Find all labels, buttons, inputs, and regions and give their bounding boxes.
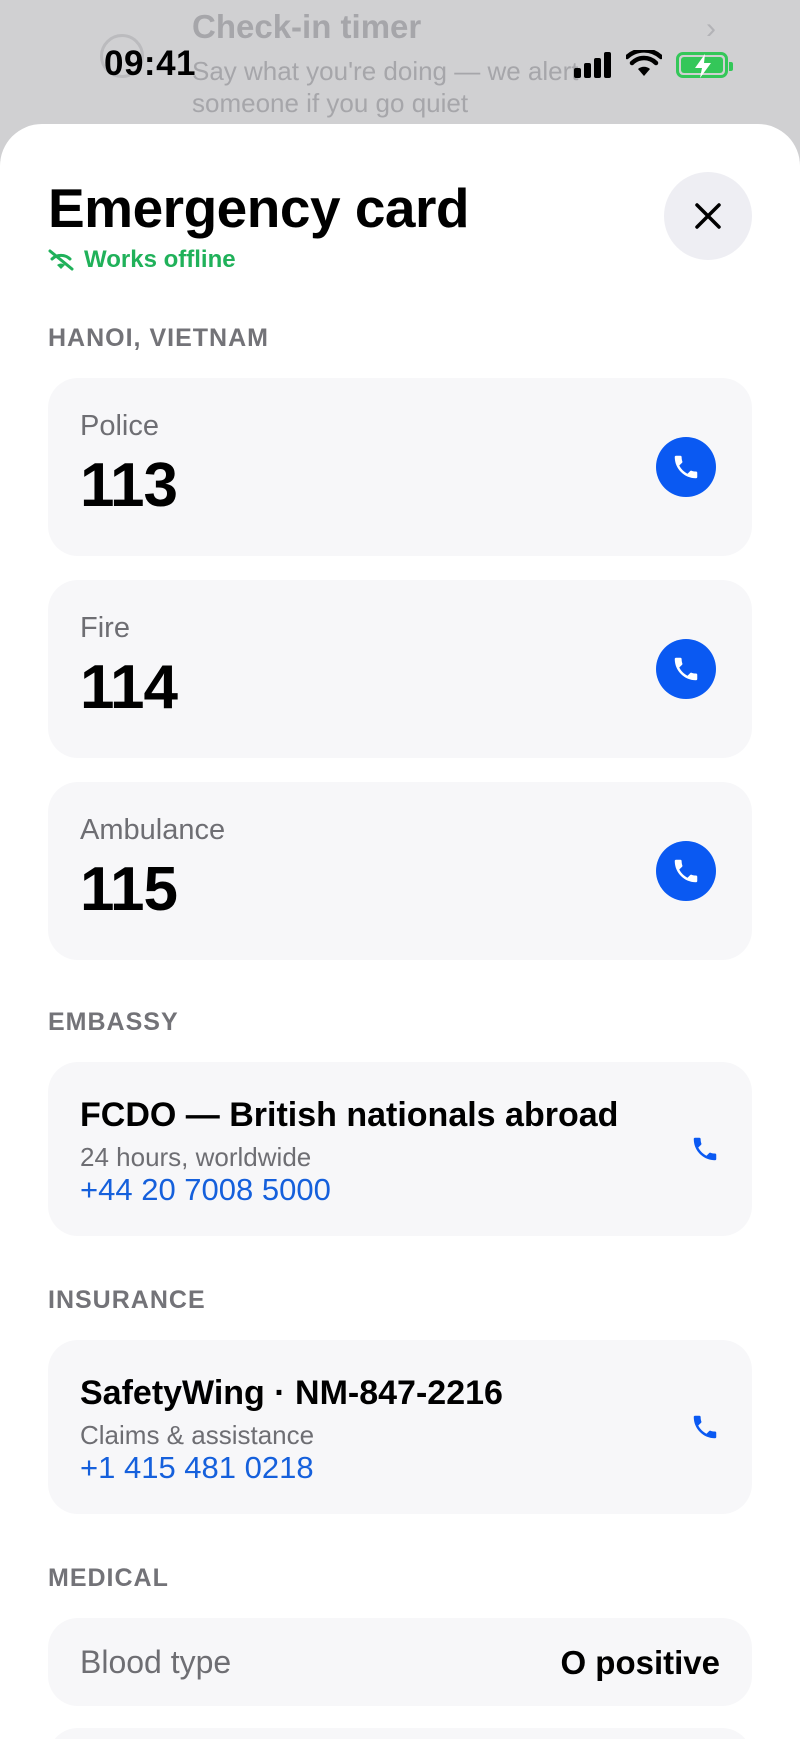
service-label: Fire <box>80 612 130 644</box>
close-button[interactable] <box>664 172 752 260</box>
phone-icon <box>693 1137 717 1161</box>
medical-row-blood-type: Blood type O positive <box>48 1618 752 1706</box>
phone-icon <box>674 657 698 681</box>
insurance-phone[interactable]: +1 415 481 0218 <box>80 1450 314 1486</box>
section-heading-medical: MEDICAL <box>48 1564 169 1592</box>
emergency-service-ambulance[interactable]: Ambulance 115 <box>48 782 752 960</box>
service-label: Police <box>80 410 159 442</box>
offline-label: Works offline <box>84 246 236 273</box>
service-number: 114 <box>80 653 178 722</box>
emergency-card-sheet: Emergency card Works offline HANOI, VIET… <box>0 124 800 1739</box>
medical-label: Blood type <box>80 1644 232 1680</box>
emergency-service-police[interactable]: Police 113 <box>48 378 752 556</box>
cellular-signal-icon <box>574 52 612 78</box>
sheet-title: Emergency card <box>48 177 470 239</box>
section-heading-location: HANOI, VIETNAM <box>48 324 269 352</box>
service-number: 113 <box>80 451 178 520</box>
call-police-button[interactable] <box>656 437 716 497</box>
insurance-card[interactable]: SafetyWing · NM-847-2216 Claims & assist… <box>48 1340 752 1514</box>
battery-icon <box>676 52 733 78</box>
service-number: 115 <box>80 855 178 924</box>
emergency-service-fire[interactable]: Fire 114 <box>48 580 752 758</box>
service-label: Ambulance <box>80 814 226 846</box>
close-icon <box>695 203 721 229</box>
call-insurance-button[interactable] <box>688 1410 722 1444</box>
insurance-title: SafetyWing · NM-847-2216 <box>80 1374 503 1412</box>
wifi-icon <box>626 50 662 76</box>
section-heading-insurance: INSURANCE <box>48 1286 206 1314</box>
wifi-off-icon <box>48 249 74 271</box>
status-time: 09:41 <box>104 44 197 83</box>
phone-icon <box>674 859 698 883</box>
phone-icon <box>693 1415 717 1439</box>
call-ambulance-button[interactable] <box>656 841 716 901</box>
offline-badge: Works offline <box>48 246 236 274</box>
embassy-phone[interactable]: +44 20 7008 5000 <box>80 1172 331 1208</box>
medical-value: O positive <box>560 1644 720 1681</box>
call-fire-button[interactable] <box>656 639 716 699</box>
embassy-title: FCDO — British nationals abroad <box>80 1096 619 1134</box>
insurance-subtitle: Claims & assistance <box>80 1420 315 1450</box>
call-embassy-button[interactable] <box>688 1132 722 1166</box>
medical-row-next <box>48 1728 752 1739</box>
phone-icon <box>674 455 698 479</box>
embassy-subtitle: 24 hours, worldwide <box>80 1142 312 1172</box>
status-bar: 09:41 <box>0 0 800 130</box>
section-heading-embassy: EMBASSY <box>48 1008 179 1036</box>
embassy-card[interactable]: FCDO — British nationals abroad 24 hours… <box>48 1062 752 1236</box>
